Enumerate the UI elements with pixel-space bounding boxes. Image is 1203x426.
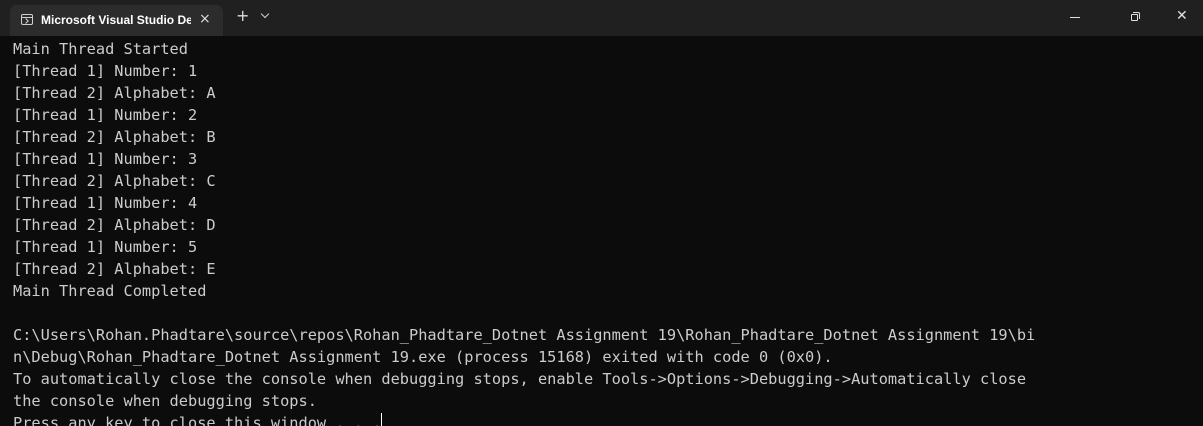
title-bar: Microsoft Visual Studio Debu × + ✕ — [0, 0, 1203, 36]
chevron-down-icon[interactable] — [260, 9, 270, 19]
minimize-icon[interactable] — [1070, 17, 1080, 18]
press-key-prompt: Press any key to close this window . . . — [13, 414, 382, 426]
auto-close-hint-line: the console when debugging stops. — [13, 392, 317, 410]
new-tab-icon[interactable]: + — [236, 8, 249, 24]
output-line: [Thread 1] Number: 2 — [13, 106, 198, 124]
close-window-icon[interactable]: ✕ — [1176, 8, 1188, 24]
output-line: [Thread 2] Alphabet: B — [13, 128, 216, 146]
output-line: [Thread 2] Alphabet: C — [13, 172, 216, 190]
output-line: [Thread 1] Number: 4 — [13, 194, 198, 212]
output-line: [Thread 2] Alphabet: D — [13, 216, 216, 234]
output-line: [Thread 1] Number: 5 — [13, 238, 198, 256]
output-line: [Thread 1] Number: 1 — [13, 62, 198, 80]
output-line: [Thread 2] Alphabet: A — [13, 84, 216, 102]
output-line: [Thread 2] Alphabet: E — [13, 260, 216, 278]
output-line: Main Thread Started — [13, 40, 188, 58]
tab-title: Microsoft Visual Studio Debu — [41, 13, 191, 27]
output-line: [Thread 1] Number: 3 — [13, 150, 198, 168]
output-line: Main Thread Completed — [13, 282, 207, 300]
text-cursor — [381, 413, 383, 426]
exit-path-line: n\Debug\Rohan_Phadtare_Dotnet Assignment… — [13, 348, 833, 366]
close-tab-icon[interactable]: × — [199, 11, 211, 27]
exit-path-line: C:\Users\Rohan.Phadtare\source\repos\Roh… — [13, 326, 1036, 344]
auto-close-hint-line: To automatically close the console when … — [13, 370, 1027, 388]
active-tab[interactable]: Microsoft Visual Studio Debu × — [10, 5, 223, 36]
terminal-window: Microsoft Visual Studio Debu × + ✕ Main … — [0, 0, 1203, 426]
press-key-line: Press any key to close this window . . . — [13, 412, 1201, 426]
console-icon — [21, 14, 33, 25]
restore-icon[interactable] — [1131, 12, 1140, 21]
console-output[interactable]: Main Thread Started [Thread 1] Number: 1… — [13, 38, 1201, 426]
